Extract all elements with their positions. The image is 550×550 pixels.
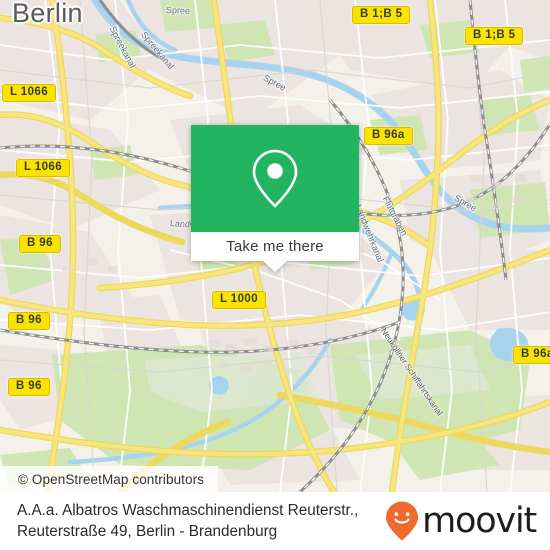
moovit-wordmark: moovit xyxy=(422,500,537,541)
road-shield: B 96a xyxy=(364,127,413,145)
road-shield: B 1;B 5 xyxy=(352,6,411,24)
road-shield: L 1000 xyxy=(212,291,266,309)
map-pin-icon xyxy=(252,149,298,207)
road-shield: L 1066 xyxy=(2,84,56,102)
moovit-brand[interactable]: moovit xyxy=(384,500,537,542)
popup-icon-area xyxy=(191,125,359,232)
moovit-smiley-pin-icon xyxy=(386,501,419,541)
road-shield: L 1066 xyxy=(16,159,70,177)
road-shield: B 1;B 5 xyxy=(465,27,524,45)
moovit-location-card: Berlin Spreekanal Spreekanal Spree Spree… xyxy=(0,0,550,550)
road-shield: B 96 xyxy=(19,235,61,253)
popup-cta-area[interactable]: Take me there xyxy=(191,232,359,261)
take-me-there-label: Take me there xyxy=(226,238,324,255)
location-popup-card[interactable]: Take me there xyxy=(191,125,359,272)
map-attribution[interactable]: © OpenStreetMap contributors xyxy=(0,466,219,492)
attribution-text: © OpenStreetMap contributors xyxy=(18,471,205,487)
place-title-line1: A.A.a. Albatros Waschmaschinendienst Reu… xyxy=(17,502,359,519)
road-shield: B 96 xyxy=(8,312,50,330)
footer-bar: A.A.a. Albatros Waschmaschinendienst Reu… xyxy=(0,492,550,550)
road-shield: B 96 xyxy=(8,378,50,396)
road-shield: B 96a xyxy=(513,346,550,364)
place-title: A.A.a. Albatros Waschmaschinendienst Reu… xyxy=(17,500,358,542)
place-title-line2: Reuterstraße 49, Berlin - Brandenburg xyxy=(17,523,278,540)
popup-pointer-tail xyxy=(263,261,287,272)
map-canvas[interactable]: Berlin Spreekanal Spreekanal Spree Spree… xyxy=(0,0,550,492)
